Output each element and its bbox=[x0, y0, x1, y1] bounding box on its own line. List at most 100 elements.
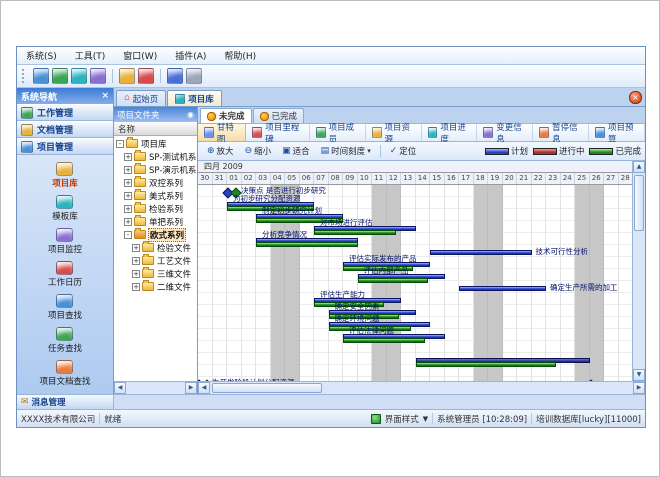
view-button[interactable]: 项目资源 bbox=[366, 124, 422, 141]
tree-expander-icon[interactable]: + bbox=[132, 257, 140, 265]
help-icon[interactable] bbox=[167, 68, 183, 84]
gantt-bar-progress[interactable] bbox=[256, 242, 358, 247]
search-icon[interactable] bbox=[52, 68, 68, 84]
tree-expander-icon[interactable]: + bbox=[124, 179, 132, 187]
lock-icon[interactable] bbox=[119, 68, 135, 84]
tree-item[interactable]: +三维文件 bbox=[114, 267, 197, 280]
tab-close-icon[interactable]: × bbox=[629, 91, 642, 104]
tree-expander-icon[interactable]: - bbox=[124, 231, 132, 239]
tree-expander-icon[interactable]: + bbox=[132, 244, 140, 252]
view-button[interactable]: 项目进度 bbox=[422, 124, 478, 141]
view-button[interactable]: 变更信息 bbox=[477, 124, 533, 141]
nav-item[interactable]: 项目监控 bbox=[48, 228, 82, 255]
tree-expander-icon[interactable]: + bbox=[132, 283, 140, 291]
zoom-in-icon: ⊕ bbox=[207, 147, 215, 156]
tab[interactable]: ⌂起始页 bbox=[116, 90, 166, 106]
tree-item[interactable]: +二维文件 bbox=[114, 280, 197, 293]
scroll-right-icon[interactable]: ▶ bbox=[185, 382, 197, 394]
grid-column bbox=[401, 185, 416, 381]
view-button[interactable]: 项目成员 bbox=[310, 124, 366, 141]
vertical-scroll-thumb[interactable] bbox=[634, 175, 644, 231]
nav-item-label: 项目文档查找 bbox=[39, 375, 90, 387]
view-button-label: 暂停信息 bbox=[552, 121, 582, 145]
gantt-tool-button[interactable]: ▤时间刻度▾ bbox=[316, 143, 376, 159]
gantt-bar-plan[interactable] bbox=[459, 286, 546, 291]
tree-expander-icon[interactable]: - bbox=[116, 140, 124, 148]
day-header-cell: 07 bbox=[314, 173, 329, 184]
task-label: 评估生产能力 bbox=[320, 291, 365, 299]
gantt-bar-progress[interactable] bbox=[416, 362, 556, 367]
home-icon[interactable] bbox=[33, 68, 49, 84]
gantt-tool-button[interactable]: ✓定位 bbox=[385, 143, 422, 159]
gantt-bar-progress[interactable] bbox=[358, 278, 428, 283]
nav-close-icon[interactable]: × bbox=[101, 92, 109, 101]
tree-item[interactable]: +SP-演示机系列 bbox=[114, 163, 197, 176]
nav-section[interactable]: 项目管理 bbox=[17, 138, 113, 155]
tree-expander-icon[interactable]: + bbox=[124, 205, 132, 213]
tree-expander-icon[interactable]: + bbox=[124, 192, 132, 200]
nav-item[interactable]: 项目库 bbox=[52, 162, 78, 189]
gantt-vertical-scrollbar[interactable]: ▲ ▼ bbox=[632, 161, 645, 381]
tree-expander-icon[interactable]: + bbox=[124, 153, 132, 161]
tree-expander-icon[interactable]: + bbox=[124, 218, 132, 226]
tree-expander-icon[interactable]: + bbox=[124, 166, 132, 174]
horizontal-scroll-thumb[interactable] bbox=[212, 383, 322, 393]
menu-item[interactable]: 窗口(W) bbox=[114, 48, 166, 63]
nav-item[interactable]: 工作日历 bbox=[48, 261, 82, 288]
scroll-left-icon[interactable]: ◀ bbox=[114, 382, 126, 394]
view-button-label: 项目资源 bbox=[385, 121, 415, 145]
message-manager-tab[interactable]: ✉ 消息管理 bbox=[17, 395, 114, 409]
nav-item[interactable]: 模板库 bbox=[52, 195, 78, 222]
view-button[interactable]: 暂停信息 bbox=[533, 124, 589, 141]
tree-horizontal-scrollbar[interactable]: ◀ ▶ bbox=[114, 381, 197, 394]
gantt-body: 决策点 是否进行初步研究为初步研究分配资源制定初步研究计划对市场进行评估分析竞争… bbox=[198, 185, 632, 381]
gantt-bar-progress[interactable] bbox=[343, 338, 425, 343]
view-button[interactable]: 项目里程碑 bbox=[246, 124, 309, 141]
nav-panel-title: 系统导航 bbox=[21, 90, 57, 103]
tab[interactable]: 项目库 bbox=[167, 90, 222, 106]
nav-section[interactable]: 文档管理 bbox=[17, 121, 113, 138]
tree-item-label: 项目库 bbox=[140, 138, 168, 150]
tree-item[interactable]: +检验系列 bbox=[114, 202, 197, 215]
toolbar-grip[interactable] bbox=[22, 69, 27, 83]
exit-icon[interactable] bbox=[186, 68, 202, 84]
gantt-bar-plan[interactable] bbox=[430, 250, 532, 255]
pin-icon[interactable]: ◉ bbox=[187, 110, 194, 119]
stop-icon[interactable] bbox=[138, 68, 154, 84]
nav-item[interactable]: 项目文档查找 bbox=[39, 360, 90, 387]
tree-item[interactable]: +SP-测试机系列 bbox=[114, 150, 197, 163]
window-icon[interactable] bbox=[90, 68, 106, 84]
view-button[interactable]: 项目预算 bbox=[589, 124, 645, 141]
nav-section[interactable]: 工作管理 bbox=[17, 104, 113, 121]
menu-item[interactable]: 系统(S) bbox=[17, 48, 66, 63]
gantt-panel: 未完成已完成 甘特图项目里程碑项目成员项目资源项目进度变更信息暂停信息项目预算 … bbox=[198, 107, 645, 394]
tree-item[interactable]: - 项目库 bbox=[114, 137, 197, 150]
tree-expander-icon[interactable]: + bbox=[132, 270, 140, 278]
tree-item[interactable]: +检验文件 bbox=[114, 241, 197, 254]
gantt-tool-button[interactable]: ▣适合 bbox=[277, 143, 315, 159]
nav-item[interactable]: 任务查找 bbox=[48, 327, 82, 354]
scroll-right-icon[interactable]: ▶ bbox=[633, 382, 645, 394]
gantt-horizontal-scrollbar[interactable]: ◀ ▶ bbox=[198, 381, 645, 394]
tree-item[interactable]: +工艺文件 bbox=[114, 254, 197, 267]
view-button-icon bbox=[204, 127, 214, 138]
menu-item[interactable]: 插件(A) bbox=[166, 48, 215, 63]
chevron-down-icon[interactable]: ▼ bbox=[423, 415, 428, 423]
nav-item[interactable]: 项目查找 bbox=[48, 294, 82, 321]
gantt-tool-button[interactable]: ⊕放大 bbox=[202, 143, 239, 159]
ui-style-selector[interactable]: 界面样式 bbox=[385, 413, 419, 425]
tree-item[interactable]: -欧式系列 bbox=[114, 228, 197, 241]
tree-item[interactable]: +单把系列 bbox=[114, 215, 197, 228]
view-button[interactable]: 甘特图 bbox=[198, 124, 246, 141]
tree-item[interactable]: +双控系列 bbox=[114, 176, 197, 189]
gantt-tool-button[interactable]: ⊖缩小 bbox=[240, 143, 277, 159]
tree-column-header[interactable]: 名称 bbox=[114, 122, 197, 136]
gantt-bar-progress[interactable] bbox=[314, 230, 396, 235]
menu-item[interactable]: 帮助(H) bbox=[215, 48, 265, 63]
refresh-icon[interactable] bbox=[71, 68, 87, 84]
scroll-left-icon[interactable]: ◀ bbox=[198, 382, 210, 394]
tree-item[interactable]: +美式系列 bbox=[114, 189, 197, 202]
scroll-up-icon[interactable]: ▲ bbox=[633, 161, 645, 173]
menu-item[interactable]: 工具(T) bbox=[66, 48, 115, 63]
scroll-down-icon[interactable]: ▼ bbox=[633, 369, 645, 381]
